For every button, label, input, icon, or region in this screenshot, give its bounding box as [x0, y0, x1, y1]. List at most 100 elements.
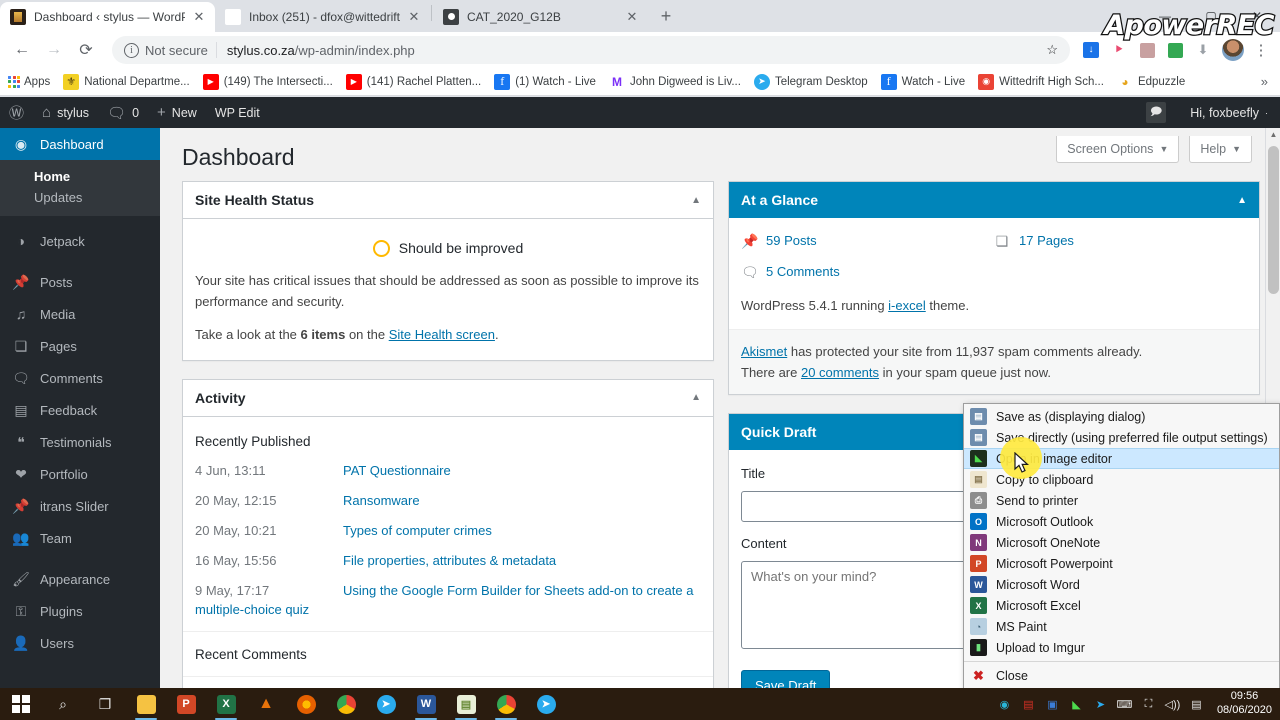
wp-edit-button[interactable]: WP Edit — [206, 97, 269, 128]
close-icon[interactable]: ✕ — [406, 9, 422, 25]
scroll-up-arrow-icon[interactable]: ▲ — [1266, 130, 1280, 139]
taskbar-powerpoint[interactable]: P — [166, 688, 206, 720]
sidebar-item-dashboard[interactable]: ◉ Dashboard — [0, 128, 160, 160]
bookmark-youtube-1[interactable]: ▶ (149) The Intersecti... — [202, 73, 333, 90]
post-link[interactable]: Types of computer crimes — [343, 522, 492, 541]
theme-link[interactable]: i-excel — [888, 298, 926, 313]
bookmark-telegram[interactable]: ➤ Telegram Desktop — [753, 73, 868, 90]
at-a-glance-header[interactable]: At a Glance ▲ — [729, 182, 1259, 218]
menu-item-microsoft-excel[interactable]: X Microsoft Excel — [964, 595, 1279, 616]
sidebar-item-team[interactable]: 👥 Team — [0, 522, 160, 554]
bluestacks-icon[interactable]: ▣ — [1044, 696, 1061, 713]
menu-item-microsoft-word[interactable]: W Microsoft Word — [964, 574, 1279, 595]
start-button-icon[interactable] — [0, 688, 42, 720]
forward-button[interactable]: → — [40, 36, 68, 64]
reload-button[interactable]: ⟳ — [72, 36, 100, 64]
pages-stat[interactable]: ❏ 17 Pages — [994, 230, 1247, 252]
sidebar-item-itrans-slider[interactable]: 📌 itrans Slider — [0, 490, 160, 522]
notification-icon[interactable]: 🗩 — [1134, 97, 1178, 128]
bookmark-apps[interactable]: Apps — [8, 75, 50, 88]
new-tab-button[interactable]: + — [652, 2, 680, 30]
taskbar-clock[interactable]: 09:56 08/06/2020 — [1212, 690, 1272, 718]
menu-item-send-to-printer[interactable]: ⎙ Send to printer — [964, 490, 1279, 511]
chevron-up-icon[interactable]: ▲ — [691, 392, 701, 403]
sidebar-item-updates[interactable]: Updates — [0, 187, 160, 208]
bookmark-youtube-2[interactable]: ▶ (141) Rachel Platten... — [345, 73, 481, 90]
antivirus-icon[interactable]: ▤ — [1020, 696, 1037, 713]
sidebar-item-jetpack[interactable]: ◑ Jetpack — [0, 225, 160, 257]
wp-logo-button[interactable]: Ⓦ — [0, 97, 33, 128]
address-bar[interactable]: i Not secure stylus.co.za/wp-admin/index… — [112, 36, 1070, 64]
comments-button[interactable]: 🗨 0 — [98, 97, 148, 128]
post-link[interactable]: PAT Questionnaire — [343, 462, 451, 481]
browser-tab-2[interactable]: M Inbox (251) - dfox@wittedriftsch ✕ — [215, 2, 430, 32]
sidebar-item-appearance[interactable]: 🖌 Appearance — [0, 563, 160, 595]
new-content-button[interactable]: + New — [148, 97, 206, 128]
screen-options-button[interactable]: Screen Options ▼ — [1056, 136, 1180, 163]
sidebar-item-comments[interactable]: 🗨 Comments — [0, 362, 160, 394]
menu-item-save-as[interactable]: ▤ Save as (displaying dialog) — [964, 406, 1279, 427]
telegram-tray-icon[interactable]: ➤ — [1092, 696, 1109, 713]
chevron-up-icon[interactable]: ▲ — [691, 195, 701, 206]
sidebar-item-plugins[interactable]: ⚿ Plugins — [0, 595, 160, 627]
taskbar-file-explorer[interactable] — [126, 688, 166, 720]
bookmark-edpuzzle[interactable]: ◕ Edpuzzle — [1116, 73, 1185, 90]
sidebar-item-feedback[interactable]: ▤ Feedback — [0, 394, 160, 426]
comments-stat[interactable]: 🗨 5 Comments — [741, 261, 994, 283]
taskbar-notepad[interactable]: ▤ — [446, 688, 486, 720]
task-view-icon[interactable]: ❐ — [84, 688, 126, 720]
posts-stat[interactable]: 📌 59 Posts — [741, 230, 994, 252]
post-link[interactable]: Ransomware — [343, 492, 420, 511]
bookmark-mixcloud[interactable]: M John Digweed is Liv... — [608, 73, 741, 90]
site-health-header[interactable]: Site Health Status ▲ — [183, 182, 713, 219]
taskbar-chrome[interactable] — [326, 688, 366, 720]
menu-item-close[interactable]: ✖ Close — [964, 665, 1279, 686]
close-icon[interactable]: ✕ — [624, 9, 640, 25]
activity-header[interactable]: Activity ▲ — [183, 380, 713, 417]
menu-item-microsoft-onenote[interactable]: N Microsoft OneNote — [964, 532, 1279, 553]
akismet-link[interactable]: Akismet — [741, 344, 787, 359]
sidebar-item-users[interactable]: 👤 Users — [0, 627, 160, 659]
network-icon[interactable]: ⛶ — [1140, 696, 1157, 713]
menu-item-microsoft-outlook[interactable]: O Microsoft Outlook — [964, 511, 1279, 532]
scrollbar-thumb[interactable] — [1268, 146, 1279, 294]
apowerrec-icon[interactable]: ◉ — [996, 696, 1013, 713]
menu-item-microsoft-powerpoint[interactable]: P Microsoft Powerpoint — [964, 553, 1279, 574]
sidebar-item-testimonials[interactable]: ❝ Testimonials — [0, 426, 160, 458]
site-name-button[interactable]: ⌂ stylus — [33, 97, 98, 128]
chrome-menu-icon[interactable]: ⋮ — [1250, 41, 1272, 59]
sidebar-item-media[interactable]: ♫ Media — [0, 298, 160, 330]
menu-item-ms-paint[interactable]: ◔ MS Paint — [964, 616, 1279, 637]
action-center-icon[interactable]: ▤ — [1188, 696, 1205, 713]
sidebar-item-posts[interactable]: 📌 Posts — [0, 266, 160, 298]
back-button[interactable]: ← — [8, 36, 36, 64]
bookmarks-overflow-button[interactable]: » — [1261, 74, 1272, 89]
taskbar-telegram-2[interactable]: ➤ — [526, 688, 566, 720]
search-icon[interactable]: ⌕ — [42, 688, 84, 720]
howdy-menu[interactable]: Hi, foxbeefly · — [1178, 97, 1280, 128]
help-button[interactable]: Help ▼ — [1189, 136, 1252, 163]
volume-icon[interactable]: ◁)) — [1164, 696, 1181, 713]
bookmark-facebook-1[interactable]: f (1) Watch - Live — [494, 73, 596, 90]
sidebar-item-portfolio[interactable]: ❤ Portfolio — [0, 458, 160, 490]
menu-item-upload-to-imgur[interactable]: ▮ Upload to Imgur — [964, 637, 1279, 658]
profile-avatar[interactable] — [1222, 39, 1244, 61]
sidebar-item-home[interactable]: Home — [0, 166, 160, 187]
post-link[interactable]: File properties, attributes & metadata — [343, 552, 556, 571]
browser-tab-3[interactable]: CAT_2020_G12B ✕ — [433, 2, 648, 32]
sidebar-item-pages[interactable]: ❏ Pages — [0, 330, 160, 362]
site-info-icon[interactable]: i — [124, 42, 139, 58]
taskbar-telegram[interactable]: ➤ — [366, 688, 406, 720]
chevron-up-icon[interactable]: ▲ — [1237, 195, 1247, 206]
bookmark-wittedrift[interactable]: ◉ Wittedrift High Sch... — [978, 73, 1104, 90]
bookmark-facebook-2[interactable]: f Watch - Live — [880, 73, 965, 90]
download-icon[interactable]: ↓ — [1078, 37, 1104, 63]
taskbar-firefox[interactable] — [286, 688, 326, 720]
site-health-screen-link[interactable]: Site Health screen — [389, 327, 495, 342]
keyboard-lang-icon[interactable]: ⌨ — [1116, 696, 1133, 713]
bookmark-star-icon[interactable]: ☆ — [1046, 42, 1058, 58]
snagit-icon[interactable]: ◣ — [1068, 696, 1085, 713]
spam-comments-link[interactable]: 20 comments — [801, 365, 879, 380]
close-icon[interactable]: ✕ — [191, 9, 207, 25]
bookmark-national-dept[interactable]: ⚜ National Departme... — [63, 73, 190, 90]
